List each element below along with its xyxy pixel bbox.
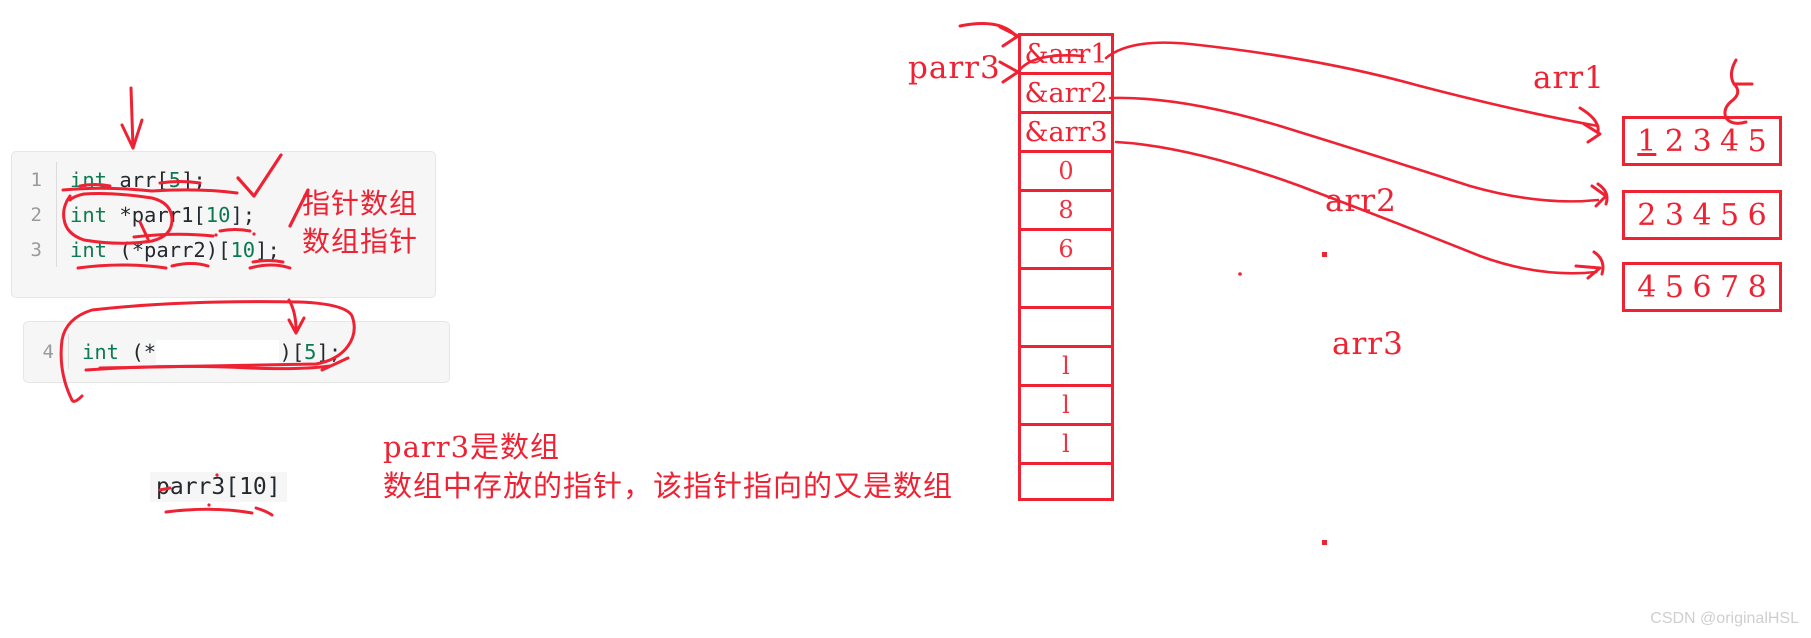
code-token: ]; <box>181 167 206 192</box>
array-value: 5 <box>1747 123 1767 159</box>
memory-cell-table: &arr1 &arr2 &arr3 0 8 6 l l l <box>1018 33 1114 501</box>
arrow-parr3-cell1-head <box>998 60 1020 84</box>
arrow-parr3-top-head <box>998 25 1020 48</box>
ink-dot <box>1322 252 1327 257</box>
code-token: ]; <box>255 237 280 262</box>
array-box-arr1: 1 2 3 4 5 <box>1622 116 1782 166</box>
memory-cell-value: l <box>1062 430 1070 458</box>
code-line-text: int (* )[5]; <box>68 334 341 369</box>
array-value: 4 <box>1692 197 1712 233</box>
code-token: int <box>70 167 108 192</box>
memory-cell-value: 6 <box>1058 235 1074 263</box>
array-value: 7 <box>1720 269 1740 305</box>
code-line-4: 4 int (* )[5]; <box>24 334 449 369</box>
annotation-array-pointer: 数组指针 <box>302 225 419 258</box>
code-token: int <box>82 339 120 364</box>
label-arr1: arr1 <box>1533 60 1605 96</box>
memory-cell: l <box>1018 345 1114 384</box>
array-value: 5 <box>1664 269 1684 305</box>
code-token: ]; <box>230 202 256 227</box>
array-box-arr3: 4 5 6 7 8 <box>1622 262 1782 312</box>
memory-cell: &arr3 <box>1018 111 1114 150</box>
curve-arr2-head <box>1590 184 1608 208</box>
label-parr3-array: parr3[10] <box>150 472 287 502</box>
label-arr2: arr2 <box>1325 183 1397 219</box>
array-value: 6 <box>1692 269 1712 305</box>
memory-cell: 0 <box>1018 150 1114 189</box>
array-value: 3 <box>1664 197 1684 233</box>
memory-cell-value: 0 <box>1058 157 1074 185</box>
label-parr3-pointer: parr3 <box>908 50 1001 86</box>
memory-cell: &arr1 <box>1018 33 1114 72</box>
annotation-pointer-array: 指针数组 <box>302 187 419 220</box>
memory-cell-value: 8 <box>1058 196 1074 224</box>
curve-arr1-pointer <box>1104 41 1600 128</box>
memory-cell-value: &arr3 <box>1024 116 1108 148</box>
arrow-down-to-code <box>129 86 135 150</box>
ink-dot <box>1322 540 1327 545</box>
code-token: *parr1[ <box>107 202 206 227</box>
line-number: 4 <box>42 340 54 363</box>
curve-arr2-hook <box>1596 182 1609 206</box>
code-line-text: int *parr1[10]; <box>56 197 255 232</box>
code-token: )[ <box>279 339 305 364</box>
annotation-note-line-2: 数组中存放的指针，该指针指向的又是数组 <box>383 469 954 503</box>
memory-cell: 8 <box>1018 189 1114 228</box>
memory-cell <box>1018 306 1114 345</box>
memory-cell-value: l <box>1062 391 1070 419</box>
ink-dot <box>1238 272 1242 276</box>
underline-parr3-label <box>164 507 254 515</box>
arrow-parr3-top <box>958 22 1018 38</box>
array-value: 8 <box>1747 269 1767 305</box>
bracket-line4-hook <box>70 394 84 403</box>
array-value: 3 <box>1692 123 1712 159</box>
memory-cell-value: l <box>1062 352 1070 380</box>
code-token: ]; <box>316 339 342 364</box>
squiggle-five-mark <box>1723 58 1748 125</box>
curve-arr3-hook <box>1592 250 1605 276</box>
code-token: 5 <box>168 167 182 192</box>
diagram-canvas: 1 int arr[5]; 2 int *parr1[10]; 3 int (*… <box>0 0 1811 638</box>
array-value: 6 <box>1747 197 1767 233</box>
curve-arr3-head <box>1574 264 1602 280</box>
code-token-blank <box>156 339 280 364</box>
array-value: 4 <box>1637 269 1657 305</box>
label-arr3: arr3 <box>1332 326 1404 362</box>
code-token: (* <box>119 339 157 364</box>
array-value: 5 <box>1720 197 1740 233</box>
ink-dot <box>207 503 211 507</box>
memory-cell: l <box>1018 384 1114 423</box>
annotation-note-line-1: parr3是数组 <box>383 430 561 464</box>
memory-cell-value: &arr1 <box>1024 38 1108 70</box>
memory-cell-value: &arr2 <box>1024 77 1108 109</box>
curve-arr1-head <box>1582 122 1602 144</box>
curve-arr1-hook <box>1578 106 1600 134</box>
array-value: 4 <box>1720 123 1740 159</box>
memory-cell: &arr2 <box>1018 72 1114 111</box>
memory-cell <box>1018 462 1114 501</box>
array-value: 2 <box>1637 197 1657 233</box>
memory-cell <box>1018 267 1114 306</box>
array-box-arr2: 2 3 4 5 6 <box>1622 190 1782 240</box>
underline-parr3-label-tail <box>254 506 274 517</box>
code-line-text: int (*parr2)[10]; <box>56 232 280 267</box>
line-number: 3 <box>30 238 42 261</box>
code-token: 10 <box>205 202 231 227</box>
code-token: 5 <box>304 339 317 364</box>
code-token: arr[ <box>107 167 169 192</box>
memory-cell: l <box>1018 423 1114 462</box>
array-value: 2 <box>1664 123 1684 159</box>
code-block-blank-declaration: 4 int (* )[5]; <box>24 322 449 382</box>
array-value: 1 <box>1637 123 1657 159</box>
memory-cell: 6 <box>1018 228 1114 267</box>
watermark: CSDN @originalHSL <box>1650 610 1799 627</box>
code-token: int <box>70 202 108 227</box>
arrow-down-head <box>120 118 144 150</box>
code-token: int <box>70 237 108 262</box>
code-token: (*parr2)[ <box>107 237 231 262</box>
line-number: 2 <box>30 203 42 226</box>
code-line-text: int arr[5]; <box>56 162 206 197</box>
code-token: 10 <box>230 237 256 262</box>
line-number: 1 <box>30 168 42 191</box>
